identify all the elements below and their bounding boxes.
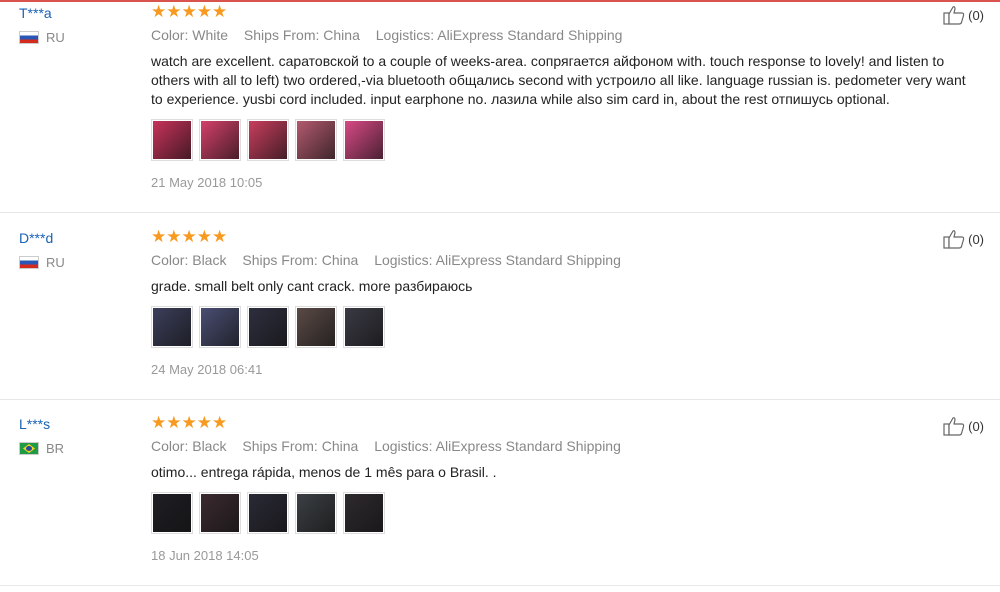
star-rating: ★★★★★: [151, 227, 228, 246]
review-date: 21 May 2018 10:05: [151, 175, 263, 190]
helpful-count: (0): [968, 231, 984, 247]
star-rating: ★★★★★: [151, 2, 228, 21]
review-meta: Color: Black Ships From: China Logistics…: [151, 251, 971, 269]
review-photos: [151, 119, 971, 161]
reviewer-country: RU: [19, 255, 65, 270]
reviewer-country: BR: [19, 441, 64, 456]
review-photo-thumbnail[interactable]: [247, 306, 289, 348]
meta-ships-from: Ships From: China: [242, 438, 359, 454]
review-photo-thumbnail[interactable]: [151, 119, 193, 161]
review-text: otimo... entrega rápida, menos de 1 mês …: [151, 464, 497, 480]
review-body: ★★★★★ Color: White Ships From: China Log…: [151, 2, 971, 190]
review-photo-thumbnail[interactable]: [199, 119, 241, 161]
review-photo-thumbnail[interactable]: [151, 306, 193, 348]
reviewer-name[interactable]: D***d: [19, 229, 65, 247]
meta-logistics: Logistics: AliExpress Standard Shipping: [375, 27, 623, 43]
meta-ships-from: Ships From: China: [243, 27, 360, 43]
review-photo-thumbnail[interactable]: [199, 306, 241, 348]
thumbs-up-icon: [943, 230, 965, 249]
review-photo-thumbnail[interactable]: [295, 306, 337, 348]
reviewer-name[interactable]: T***a: [19, 4, 65, 22]
meta-color: Color: Black: [151, 252, 227, 268]
review-photos: [151, 306, 971, 348]
flag-br-icon: [19, 442, 39, 455]
reviewer-country: RU: [19, 30, 65, 45]
review-photo-thumbnail[interactable]: [295, 492, 337, 534]
country-code: BR: [46, 441, 65, 456]
helpful-button[interactable]: (0): [943, 229, 984, 249]
flag-ru-icon: [19, 256, 39, 269]
review-text: grade. small belt only cant crack. more …: [151, 278, 473, 294]
reviewer-name[interactable]: L***s: [19, 415, 64, 433]
review-photo-thumbnail[interactable]: [247, 492, 289, 534]
meta-logistics: Logistics: AliExpress Standard Shipping: [374, 252, 621, 268]
review-meta: Color: Black Ships From: China Logistics…: [151, 437, 971, 455]
reviewer-info: T***a RU: [19, 4, 65, 45]
flag-ru-icon: [19, 31, 39, 44]
review-body: ★★★★★ Color: Black Ships From: China Log…: [151, 413, 971, 563]
meta-logistics: Logistics: AliExpress Standard Shipping: [374, 438, 621, 454]
review-photos: [151, 492, 971, 534]
review-photo-thumbnail[interactable]: [199, 492, 241, 534]
star-rating: ★★★★★: [151, 413, 228, 432]
review-date: 24 May 2018 06:41: [151, 362, 263, 377]
thumbs-up-icon: [943, 417, 965, 436]
review-item: T***a RU ★★★★★ Color: White Ships From: …: [0, 0, 1000, 213]
review-text: watch are excellent. саратовской to a co…: [151, 53, 966, 107]
meta-color: Color: Black: [151, 438, 227, 454]
review-meta: Color: White Ships From: China Logistics…: [151, 26, 971, 44]
country-code: RU: [46, 255, 65, 270]
thumbs-up-icon: [943, 6, 965, 25]
review-item: D***d RU ★★★★★ Color: Black Ships From: …: [0, 213, 1000, 400]
review-photo-thumbnail[interactable]: [343, 119, 385, 161]
review-date: 18 Jun 2018 14:05: [151, 548, 259, 563]
helpful-button[interactable]: (0): [943, 416, 984, 436]
reviewer-info: L***s BR: [19, 415, 64, 456]
review-photo-thumbnail[interactable]: [247, 119, 289, 161]
review-body: ★★★★★ Color: Black Ships From: China Log…: [151, 227, 971, 377]
meta-ships-from: Ships From: China: [242, 252, 359, 268]
helpful-count: (0): [968, 418, 984, 434]
meta-color: Color: White: [151, 27, 229, 43]
helpful-count: (0): [968, 7, 984, 23]
reviewer-info: D***d RU: [19, 229, 65, 270]
review-photo-thumbnail[interactable]: [151, 492, 193, 534]
review-photo-thumbnail[interactable]: [343, 492, 385, 534]
review-item: L***s BR ★★★★★ Color: Black Ships From: …: [0, 400, 1000, 586]
review-photo-thumbnail[interactable]: [295, 119, 337, 161]
review-photo-thumbnail[interactable]: [343, 306, 385, 348]
helpful-button[interactable]: (0): [943, 5, 984, 25]
country-code: RU: [46, 30, 65, 45]
